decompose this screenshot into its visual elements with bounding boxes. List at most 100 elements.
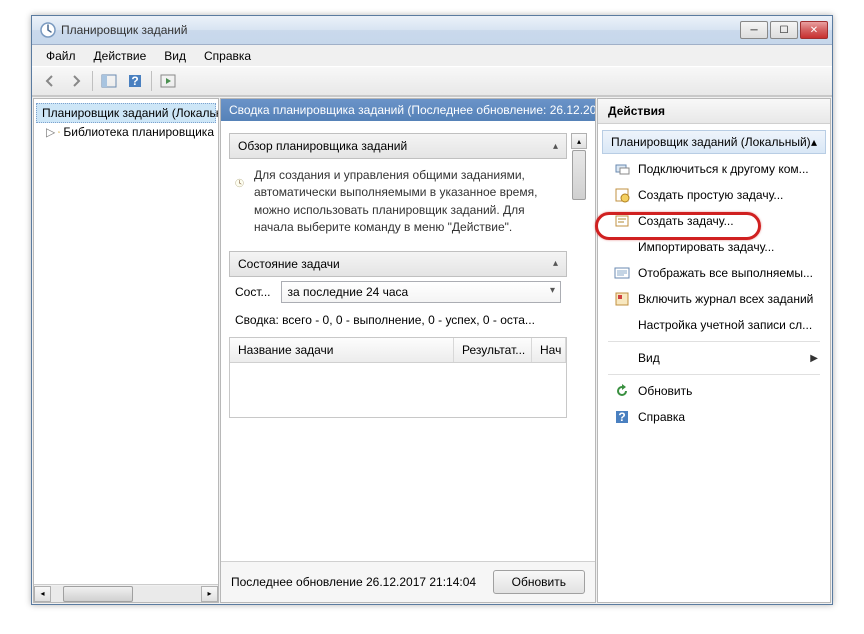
account-icon xyxy=(614,317,630,333)
horizontal-scrollbar[interactable]: ◂ ▸ xyxy=(34,584,218,602)
overview-title: Обзор планировщика заданий xyxy=(238,139,407,153)
expand-icon[interactable]: ▷ xyxy=(46,125,55,139)
scroll-thumb[interactable] xyxy=(572,150,586,200)
action-label: Импортировать задачу... xyxy=(638,240,774,254)
history-icon xyxy=(614,291,630,307)
toolbar-separator xyxy=(92,71,93,91)
console-tree-button[interactable] xyxy=(97,69,121,93)
vertical-scrollbar[interactable]: ▴ xyxy=(571,133,587,561)
help-icon: ? xyxy=(614,409,630,425)
menu-action[interactable]: Действие xyxy=(86,47,155,65)
action-create-basic-task[interactable]: Создать простую задачу... xyxy=(600,182,828,208)
summary-footer: Последнее обновление 26.12.2017 21:14:04… xyxy=(221,561,595,602)
window-buttons: ─ ☐ ✕ xyxy=(740,21,828,39)
client-area: Планировщик заданий (Локальный) ▷ Библио… xyxy=(32,96,832,604)
basic-task-icon xyxy=(614,187,630,203)
action-label: Подключиться к другому ком... xyxy=(638,162,809,176)
close-button[interactable]: ✕ xyxy=(800,21,828,39)
tree-root[interactable]: Планировщик заданий (Локальный) xyxy=(36,103,216,123)
scroll-track[interactable] xyxy=(51,586,201,602)
action-view[interactable]: Вид ▶ xyxy=(600,345,828,371)
action-import-task[interactable]: Импортировать задачу... xyxy=(600,234,828,260)
action-display-running[interactable]: Отображать все выполняемы... xyxy=(600,260,828,286)
chevron-up-icon: ▴ xyxy=(811,135,817,149)
overview-text: Для создания и управления общими задания… xyxy=(254,167,561,237)
actions-group-header[interactable]: Планировщик заданий (Локальный) ▴ xyxy=(602,130,826,154)
summary-header: Сводка планировщика заданий (Последнее о… xyxy=(221,99,595,121)
run-button[interactable] xyxy=(156,69,180,93)
menubar: Файл Действие Вид Справка xyxy=(32,45,832,66)
summary-text: Сводка: всего - 0, 0 - выполнение, 0 - у… xyxy=(229,307,567,333)
chevron-up-icon: ▴ xyxy=(553,141,558,152)
actions-body: Планировщик заданий (Локальный) ▴ Подклю… xyxy=(598,124,830,602)
help-button[interactable]: ? xyxy=(123,69,147,93)
action-account-settings[interactable]: Настройка учетной записи сл... xyxy=(600,312,828,338)
create-task-icon xyxy=(614,213,630,229)
toolbar-separator xyxy=(151,71,152,91)
scroll-left-button[interactable]: ◂ xyxy=(34,586,51,602)
tree-root-label: Планировщик заданий (Локальный) xyxy=(42,106,218,120)
scroll-thumb[interactable] xyxy=(63,586,133,602)
tree-view[interactable]: Планировщик заданий (Локальный) ▷ Библио… xyxy=(34,99,218,584)
maximize-button[interactable]: ☐ xyxy=(770,21,798,39)
back-button[interactable] xyxy=(38,69,62,93)
forward-button[interactable] xyxy=(64,69,88,93)
actions-pane: Действия Планировщик заданий (Локальный)… xyxy=(597,98,831,603)
chevron-up-icon: ▴ xyxy=(553,258,558,269)
tree-library-label: Библиотека планировщика xyxy=(63,125,214,139)
minimize-button[interactable]: ─ xyxy=(740,21,768,39)
overview-section-header[interactable]: Обзор планировщика заданий ▴ xyxy=(229,133,567,159)
status-title: Состояние задачи xyxy=(238,257,340,271)
action-label: Обновить xyxy=(638,384,692,398)
status-label: Сост... xyxy=(235,285,271,299)
action-help[interactable]: ? Справка xyxy=(600,404,828,430)
column-task-name[interactable]: Название задачи xyxy=(230,338,454,362)
menu-file[interactable]: Файл xyxy=(38,47,84,65)
separator xyxy=(608,341,820,342)
status-section-header[interactable]: Состояние задачи ▴ xyxy=(229,251,567,277)
scheduler-icon xyxy=(40,22,56,38)
titlebar[interactable]: Планировщик заданий ─ ☐ ✕ xyxy=(32,16,832,45)
action-label: Отображать все выполняемы... xyxy=(638,266,813,280)
period-combobox[interactable]: за последние 24 часа xyxy=(281,281,561,303)
menu-help[interactable]: Справка xyxy=(196,47,259,65)
action-connect[interactable]: Подключиться к другому ком... xyxy=(600,156,828,182)
svg-text:?: ? xyxy=(618,410,625,424)
import-icon xyxy=(614,239,630,255)
refresh-button[interactable]: Обновить xyxy=(493,570,585,594)
action-enable-history[interactable]: Включить журнал всех заданий xyxy=(600,286,828,312)
status-filter-row: Сост... за последние 24 часа xyxy=(229,277,567,307)
action-create-task[interactable]: Создать задачу... xyxy=(600,208,828,234)
task-table: Название задачи Результат... Нач xyxy=(229,337,567,418)
submenu-arrow-icon: ▶ xyxy=(810,353,818,364)
window-title: Планировщик заданий xyxy=(61,23,740,37)
action-label: Включить журнал всех заданий xyxy=(638,292,813,306)
connect-icon xyxy=(614,161,630,177)
view-icon xyxy=(614,350,630,366)
column-start[interactable]: Нач xyxy=(532,338,566,362)
task-scheduler-window: Планировщик заданий ─ ☐ ✕ Файл Действие … xyxy=(31,15,833,605)
action-label: Справка xyxy=(638,410,685,424)
refresh-icon xyxy=(614,383,630,399)
separator xyxy=(608,374,820,375)
column-result[interactable]: Результат... xyxy=(454,338,532,362)
table-body[interactable] xyxy=(230,363,566,417)
running-icon xyxy=(614,265,630,281)
overview-content: Для создания и управления общими задания… xyxy=(229,159,567,237)
menu-view[interactable]: Вид xyxy=(156,47,194,65)
actions-title: Действия xyxy=(598,99,830,124)
clock-icon xyxy=(235,167,244,199)
action-refresh[interactable]: Обновить xyxy=(600,378,828,404)
toolbar: ? xyxy=(32,66,832,96)
tree-library[interactable]: ▷ Библиотека планировщика xyxy=(36,123,216,141)
action-label: Вид xyxy=(638,351,660,365)
summary-pane: Сводка планировщика заданий (Последнее о… xyxy=(220,98,596,603)
tree-pane: Планировщик заданий (Локальный) ▷ Библио… xyxy=(33,98,219,603)
scroll-right-button[interactable]: ▸ xyxy=(201,586,218,602)
scroll-up-button[interactable]: ▴ xyxy=(571,133,587,149)
folder-icon xyxy=(58,124,60,140)
table-header: Название задачи Результат... Нач xyxy=(230,338,566,363)
svg-text:?: ? xyxy=(131,74,138,88)
action-label: Создать простую задачу... xyxy=(638,188,783,202)
actions-group-label: Планировщик заданий (Локальный) xyxy=(611,135,811,149)
